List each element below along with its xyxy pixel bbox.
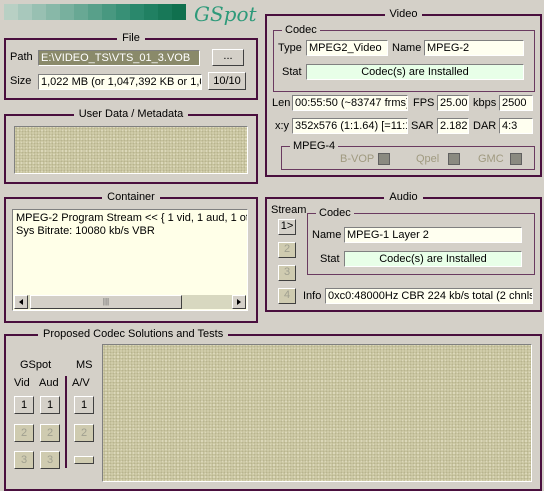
user-data-area bbox=[14, 126, 248, 174]
av-test-1-button[interactable]: 1 bbox=[74, 396, 94, 414]
kbps-field: 2500 bbox=[499, 95, 533, 111]
video-name-label: Name bbox=[392, 42, 422, 54]
gmc-checkbox[interactable] bbox=[510, 153, 522, 165]
proposed-title: Proposed Codec Solutions and Tests bbox=[38, 328, 229, 340]
scroll-left-button[interactable] bbox=[14, 295, 28, 309]
video-codec-subgroup: Codec Type MPEG2_Video Name MPEG-2 Stat … bbox=[273, 24, 535, 92]
xy-label: x:y bbox=[275, 120, 290, 132]
logo-square bbox=[60, 4, 74, 20]
audio-name-field: MPEG-1 Layer 2 bbox=[344, 227, 522, 243]
codec-solutions-area bbox=[102, 344, 532, 482]
video-stat-label: Stat bbox=[282, 66, 302, 78]
container-title: Container bbox=[102, 191, 160, 203]
mpeg4-title: MPEG-4 bbox=[290, 140, 339, 152]
stream-1-button[interactable]: 1> bbox=[278, 219, 296, 235]
sar-field: 2.182 bbox=[437, 118, 469, 134]
user-data-group: User Data / Metadata bbox=[4, 108, 258, 184]
column-divider bbox=[65, 376, 67, 468]
len-field: 00:55:50 (~83747 frms) bbox=[292, 95, 408, 111]
audio-stat-label: Stat bbox=[320, 253, 340, 265]
arrow-right-icon bbox=[237, 299, 241, 305]
aud-test-3-button[interactable]: 3 bbox=[40, 451, 60, 469]
type-field: MPEG2_Video bbox=[306, 40, 388, 56]
len-label: Len bbox=[272, 97, 291, 109]
arrow-left-icon bbox=[19, 299, 23, 305]
type-label: Type bbox=[278, 42, 302, 54]
file-group: File Path E:\VIDEO_TS\VTS_01_3.VOB ... S… bbox=[4, 32, 258, 100]
qpel-label: Qpel bbox=[416, 153, 440, 165]
browse-button[interactable]: ... bbox=[212, 49, 244, 66]
dar-label: DAR bbox=[473, 120, 497, 132]
stream-4-button[interactable]: 4 bbox=[278, 288, 296, 304]
video-group: Video Codec Type MPEG2_Video Name MPEG-2… bbox=[265, 8, 542, 177]
stream-label: Stream bbox=[271, 204, 307, 216]
xy-field: 352x576 (1:1.64) [=11:1 bbox=[292, 118, 408, 134]
aud-test-2-button[interactable]: 2 bbox=[40, 424, 60, 442]
scroll-right-button[interactable] bbox=[232, 295, 246, 309]
proposed-group: Proposed Codec Solutions and Tests GSpot… bbox=[4, 328, 542, 491]
video-stat-field: Codec(s) are Installed bbox=[306, 64, 524, 80]
av-test-placeholder[interactable] bbox=[74, 456, 94, 464]
scroll-thumb[interactable]: ||| bbox=[30, 295, 182, 309]
video-name-field: MPEG-2 bbox=[424, 40, 524, 56]
audio-codec-title: Codec bbox=[316, 207, 354, 219]
gspot-label: GSpot bbox=[20, 359, 52, 371]
aud-test-1-button[interactable]: 1 bbox=[40, 396, 60, 414]
info-label: Info bbox=[303, 290, 322, 302]
logo-square bbox=[116, 4, 130, 20]
vid-test-1-button[interactable]: 1 bbox=[14, 396, 34, 414]
bvop-label: B-VOP bbox=[340, 153, 375, 165]
audio-codec-subgroup: Codec Name MPEG-1 Layer 2 Stat Codec(s) … bbox=[307, 207, 535, 275]
aud-label: Aud bbox=[39, 377, 59, 389]
scroll-thumb-grip: ||| bbox=[102, 297, 110, 306]
video-title: Video bbox=[384, 8, 423, 20]
logo-square bbox=[130, 4, 144, 20]
video-codec-title: Codec bbox=[282, 24, 320, 36]
bvop-checkbox[interactable] bbox=[378, 153, 390, 165]
horizontal-scrollbar[interactable]: ||| bbox=[14, 295, 246, 309]
logo-square bbox=[46, 4, 60, 20]
logo-square bbox=[144, 4, 158, 20]
qpel-checkbox[interactable] bbox=[448, 153, 460, 165]
av-label: A/V bbox=[72, 377, 90, 389]
logo-square bbox=[102, 4, 116, 20]
file-group-title: File bbox=[117, 32, 145, 44]
logo-square bbox=[88, 4, 102, 20]
fps-field: 25.00 bbox=[437, 95, 469, 111]
vid-test-2-button[interactable]: 2 bbox=[14, 424, 34, 442]
vid-label: Vid bbox=[14, 377, 30, 389]
size-label: Size bbox=[10, 75, 32, 87]
vid-test-3-button[interactable]: 3 bbox=[14, 451, 34, 469]
logo-square bbox=[74, 4, 88, 20]
container-group: Container MPEG-2 Program Stream << { 1 v… bbox=[4, 191, 258, 323]
user-data-title: User Data / Metadata bbox=[73, 108, 189, 120]
path-label: Path bbox=[10, 51, 33, 63]
stream-2-button[interactable]: 2 bbox=[278, 242, 296, 258]
path-field[interactable]: E:\VIDEO_TS\VTS_01_3.VOB bbox=[38, 50, 200, 66]
ms-label: MS bbox=[76, 359, 93, 371]
size-field: 1,022 MB (or 1,047,392 KB or 1,0 bbox=[38, 74, 202, 90]
audio-stat-field: Codec(s) are Installed bbox=[344, 251, 522, 267]
logo-square bbox=[158, 4, 172, 20]
file-counter[interactable]: 10/10 bbox=[208, 72, 246, 90]
stream-3-button[interactable]: 3 bbox=[278, 265, 296, 281]
gmc-label: GMC bbox=[478, 153, 504, 165]
dar-field: 4:3 bbox=[499, 118, 533, 134]
logo-square bbox=[4, 4, 18, 20]
sar-label: SAR bbox=[411, 120, 434, 132]
app-logo: GSpot bbox=[194, 2, 257, 26]
logo-square bbox=[32, 4, 46, 20]
av-test-2-button[interactable]: 2 bbox=[74, 424, 94, 442]
fps-label: FPS bbox=[413, 97, 435, 109]
audio-title: Audio bbox=[384, 191, 423, 203]
audio-group: Audio Stream 1> 2 3 4 Codec Name MPEG-1 … bbox=[265, 191, 542, 312]
info-field: 0xc0:48000Hz CBR 224 kb/s total (2 chnls bbox=[325, 288, 533, 304]
audio-name-label: Name bbox=[312, 229, 342, 241]
kbps-label: kbps bbox=[473, 97, 497, 109]
mpeg4-subgroup: MPEG-4 B-VOP Qpel GMC bbox=[281, 140, 535, 170]
logo-square bbox=[172, 4, 186, 20]
logo-square bbox=[18, 4, 32, 20]
